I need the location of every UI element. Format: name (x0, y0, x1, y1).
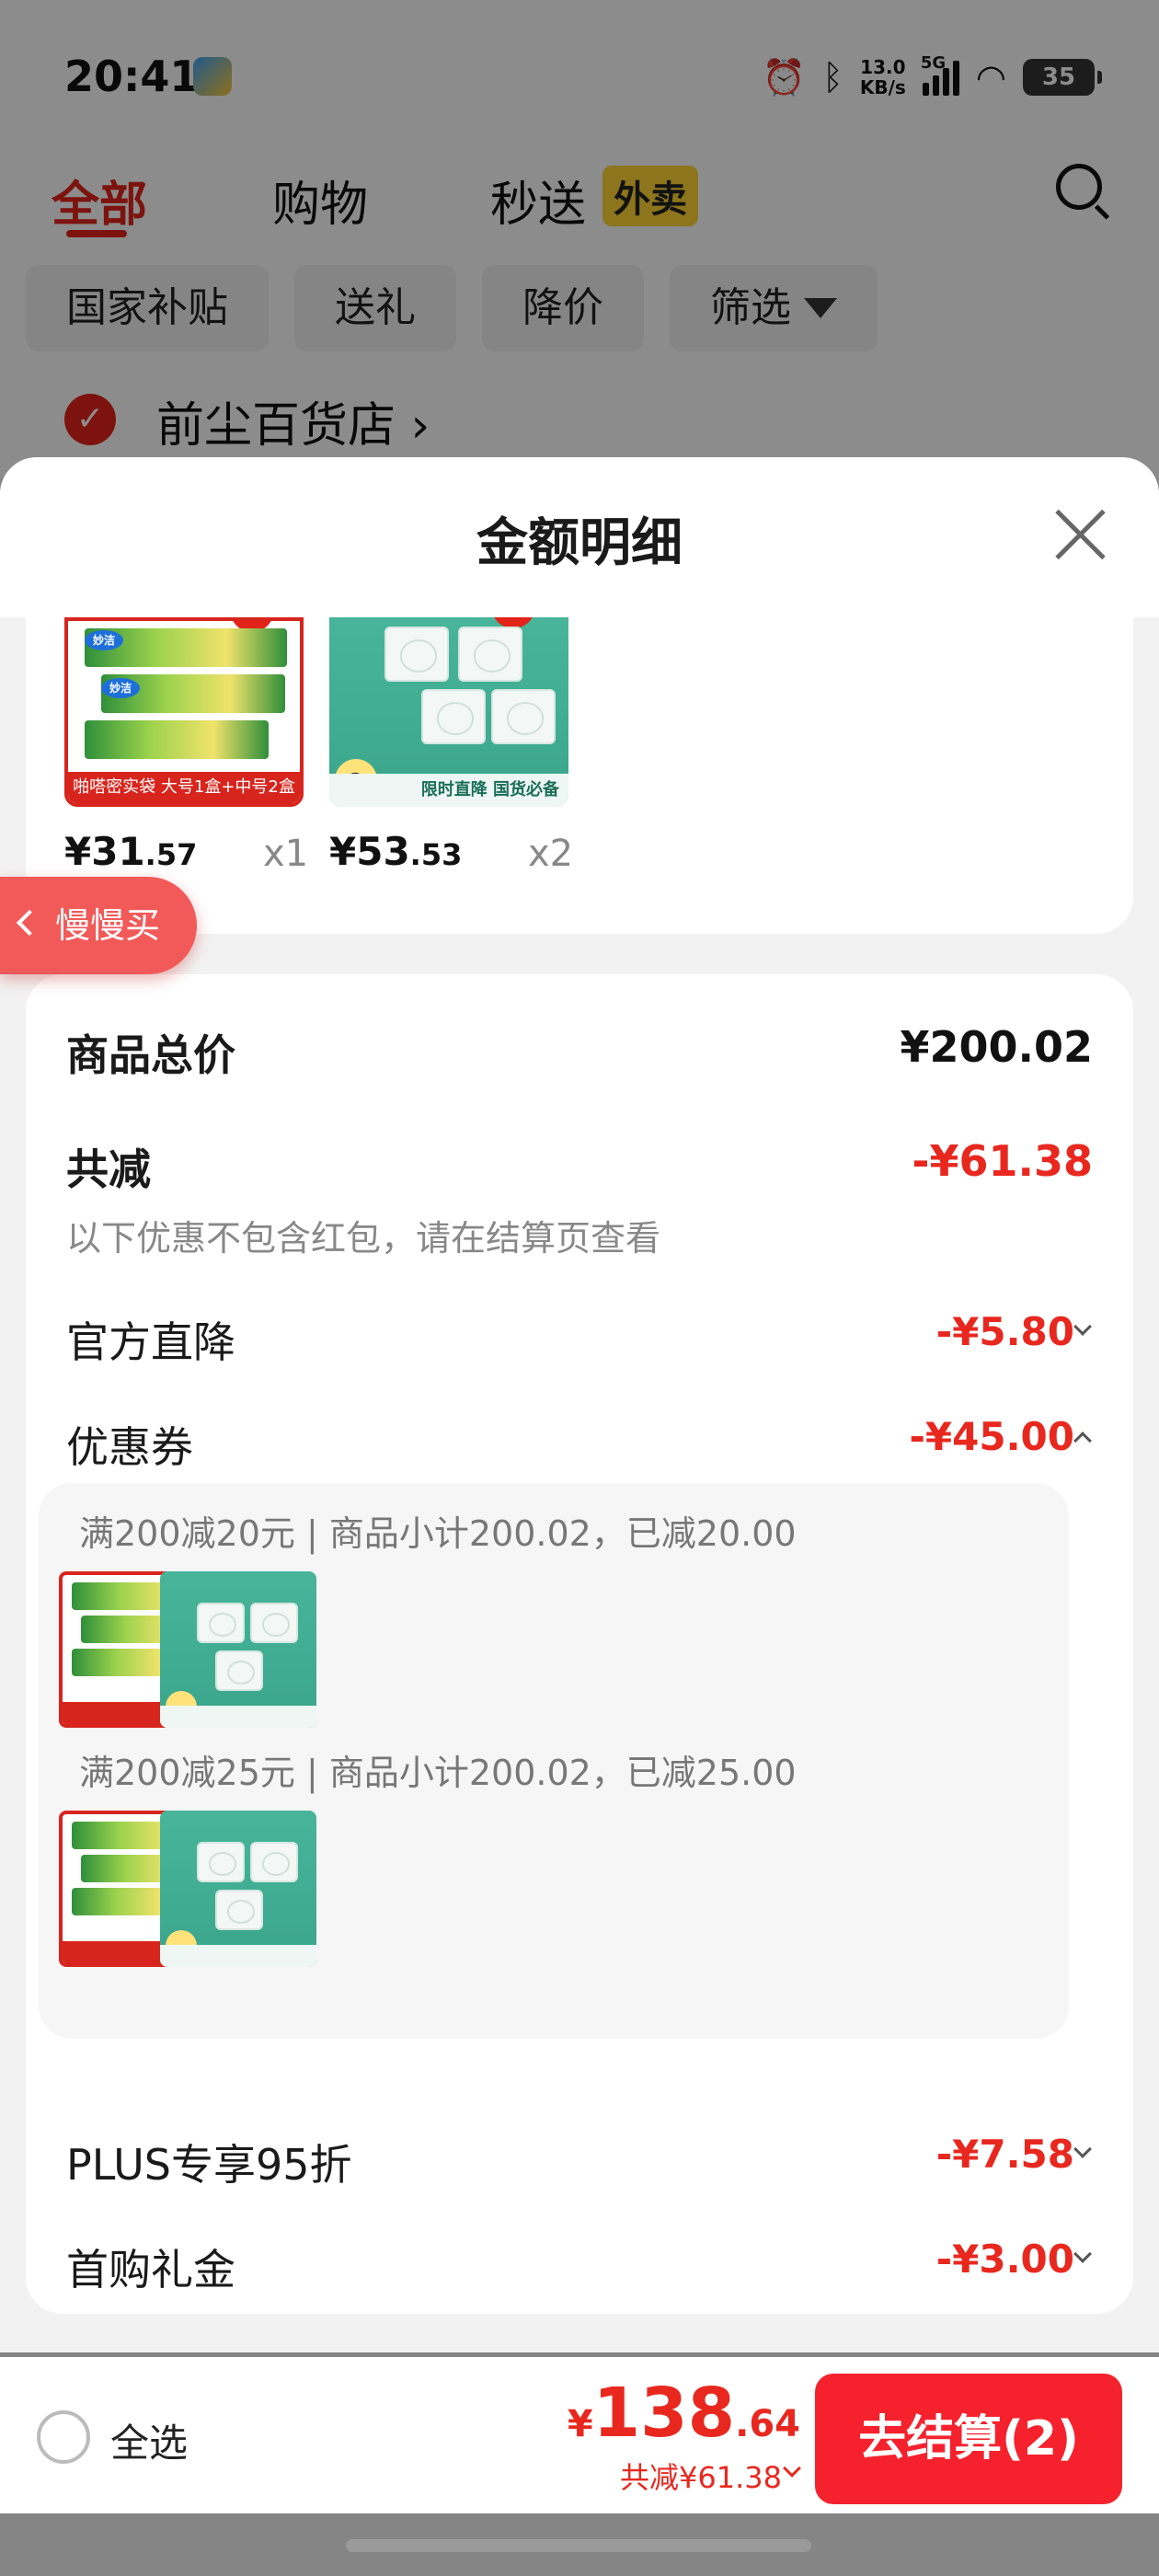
goods-total-label: 商品总价 (66, 1030, 235, 1080)
close-icon[interactable] (1050, 505, 1109, 564)
product-image-masks: 2 限时直降 国货必备 (329, 617, 568, 807)
products-card: 妙洁 妙洁 啪嗒密实袋 大号1盒+中号2盒 ¥31.57 x1 2 限时直降 国… (26, 617, 1133, 934)
product-banner: 限时直降 国货必备 (329, 774, 568, 807)
goods-total-row: 商品总价 ¥200.02 (66, 1022, 1093, 1087)
discount-label: 首购礼金 (66, 2245, 235, 2294)
checkout-bar: 全选 ¥138.64 共减¥61.38 去结算(2) (0, 2357, 1159, 2513)
discount-label: 官方直降 (66, 1317, 235, 1367)
discount-row-first-purchase[interactable]: 首购礼金 -¥3.00 (66, 2237, 1093, 2301)
home-indicator[interactable] (346, 2539, 811, 2552)
discount-row-plus[interactable]: PLUS专享95折 -¥7.58 (66, 2132, 1093, 2196)
product-qty: x2 (528, 833, 574, 875)
discount-row-official[interactable]: 官方直降 -¥5.80 (66, 1309, 1093, 1374)
discount-label: 优惠券 (66, 1422, 193, 1472)
discount-label: PLUS专享95折 (66, 2140, 352, 2190)
product-price: ¥31.57 (64, 829, 198, 874)
chevron-down-icon[interactable] (1073, 1317, 1092, 1336)
discount-value: -¥5.80 (935, 1309, 1074, 1354)
chevron-down-icon[interactable] (1073, 2245, 1092, 2263)
product-price: ¥53.53 (329, 829, 463, 874)
coupon-line: 满200减20元 | 商品小计200.02，已减20.00 (79, 1513, 797, 1554)
total-price: ¥138.64 (567, 2374, 800, 2453)
chevron-up-icon[interactable] (1073, 1432, 1092, 1450)
total-discount-label: 共减 (66, 1144, 151, 1194)
coupon-line: 满200减25元 | 商品小计200.02，已减25.00 (79, 1753, 797, 1793)
goods-total-value: ¥200.02 (900, 1022, 1093, 1072)
select-all-radio[interactable] (37, 2410, 90, 2464)
coupon-detail-box: 满200减20元 | 商品小计200.02，已减20.00 满200减25元 |… (39, 1483, 1069, 2039)
coupon-product-thumb (160, 1571, 316, 1728)
discount-value: -¥3.00 (935, 2237, 1074, 2282)
slow-buy-label: 慢慢买 (55, 905, 161, 946)
sheet-header: 金额明细 (0, 457, 1159, 617)
total-discount-row: 共减 -¥61.38 (66, 1136, 1093, 1201)
checkout-button[interactable]: 去结算(2) (815, 2374, 1122, 2504)
chevron-down-icon[interactable] (783, 2459, 801, 2478)
amount-detail-sheet: 妙洁 妙洁 啪嗒密实袋 大号1盒+中号2盒 ¥31.57 x1 2 限时直降 国… (0, 457, 1159, 2352)
discount-row-coupon[interactable]: 优惠券 -¥45.00 (66, 1414, 1093, 1478)
chevron-down-icon[interactable] (1073, 2140, 1092, 2158)
coupon-product-thumb (160, 1811, 316, 1967)
product-qty: x1 (263, 833, 309, 875)
slow-buy-button[interactable]: 慢慢买 (0, 877, 197, 974)
product-image-wrap-bags: 妙洁 妙洁 啪嗒密实袋 大号1盒+中号2盒 (64, 617, 304, 807)
discount-note: 以下优惠不包含红包，请在结算页查看 (66, 1218, 661, 1259)
total-saved[interactable]: 共减¥61.38 (620, 2455, 782, 2497)
select-all-label[interactable]: 全选 (110, 2412, 188, 2468)
product-banner: 啪嗒密实袋 大号1盒+中号2盒 (68, 772, 300, 803)
discount-value: -¥7.58 (935, 2132, 1074, 2177)
total-discount-value: -¥61.38 (912, 1136, 1093, 1186)
chevron-left-icon (16, 909, 43, 937)
discount-value: -¥45.00 (909, 1414, 1074, 1459)
sheet-title: 金额明细 (476, 513, 683, 573)
